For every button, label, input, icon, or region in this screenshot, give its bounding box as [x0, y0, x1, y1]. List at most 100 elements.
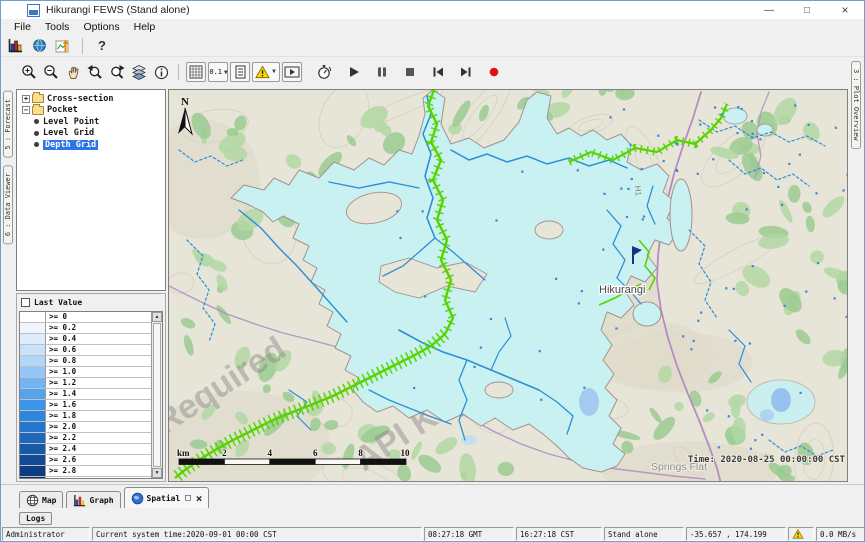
side-tab-forecast[interactable]: 5 : Forecast — [3, 91, 13, 158]
legend-scrollbar[interactable]: ▲ ▼ — [151, 312, 162, 478]
legend-color-swatch — [20, 312, 46, 322]
legend-color-swatch — [20, 433, 46, 443]
play-button[interactable] — [344, 62, 364, 82]
zoom-previous-button[interactable] — [85, 62, 105, 82]
grid-icon — [189, 65, 203, 79]
map-time-label: Time: 2020-08-25 00:00:00 CST — [688, 454, 846, 465]
legend-row: >= 2.8 — [20, 466, 151, 477]
logs-button[interactable]: Logs — [19, 512, 52, 525]
scroll-up-icon[interactable]: ▲ — [152, 312, 162, 322]
layers-button[interactable] — [129, 62, 149, 82]
pan-button[interactable] — [63, 62, 83, 82]
tree-item-level-grid[interactable]: Level Grid — [17, 128, 165, 140]
side-tab-data-viewer[interactable]: 6 : Data Viewer — [3, 165, 13, 244]
maximize-button[interactable]: □ — [788, 1, 826, 19]
legend-row: >= 0.2 — [20, 323, 151, 334]
globe-icon — [32, 38, 47, 53]
chevron-down-icon: ▼ — [271, 69, 277, 75]
scalar-display-button[interactable] — [53, 36, 73, 56]
display-tab-map[interactable]: Map — [19, 491, 63, 508]
scrollbar-thumb[interactable] — [153, 323, 161, 467]
animation-timer-button[interactable] — [314, 62, 334, 82]
legend-value-label: >= 2.4 — [46, 444, 151, 454]
legend-row: >= 1.8 — [20, 411, 151, 422]
app-window: Hikurangi FEWS (Stand alone) — □ × FileT… — [0, 0, 865, 542]
toolbar-separator — [178, 64, 179, 80]
tab-maximize-icon[interactable]: □ — [185, 493, 190, 503]
tree-item-level-point[interactable]: Level Point — [17, 116, 165, 128]
info-button[interactable] — [151, 62, 171, 82]
legend-row: >= 0 — [20, 312, 151, 323]
legend-row: >= 2.2 — [20, 433, 151, 444]
tree-item-label: Level Grid — [43, 128, 94, 138]
grid-button[interactable] — [186, 62, 206, 82]
zoom-out-icon — [43, 64, 59, 80]
folder-icon — [32, 94, 44, 103]
legend-toggle-button[interactable] — [230, 62, 250, 82]
database-display-button[interactable] — [5, 36, 25, 56]
record-button[interactable] — [484, 62, 504, 82]
close-button[interactable]: × — [826, 1, 864, 19]
side-tab-plot-overview[interactable]: 3 : Plot Overview — [851, 61, 861, 149]
legend-color-swatch — [20, 367, 46, 377]
last-frame-button[interactable] — [456, 62, 476, 82]
title-bar: Hikurangi FEWS (Stand alone) — □ × — [1, 1, 864, 19]
first-frame-button[interactable] — [428, 62, 448, 82]
menu-file[interactable]: File — [7, 20, 38, 34]
status-cell-4: Stand alone — [604, 527, 684, 541]
zoom-out-button[interactable] — [41, 62, 61, 82]
legend-value-label: >= 1.0 — [46, 367, 151, 377]
last-frame-icon — [460, 66, 472, 78]
map-toolbar: 0.1 ▼ ▼ — [1, 57, 864, 89]
map-canvas[interactable]: API Key Required API Key Required — [168, 89, 848, 482]
play-icon — [348, 66, 360, 78]
display-tab-graph[interactable]: Graph — [66, 491, 120, 508]
tab-close-icon[interactable]: × — [196, 492, 203, 505]
help-button[interactable]: ? — [92, 36, 112, 56]
pause-button[interactable] — [372, 62, 392, 82]
chevron-down-icon: ▼ — [224, 69, 228, 76]
last-value-label: Last Value — [34, 298, 82, 307]
movie-player-button[interactable] — [282, 62, 302, 82]
scroll-down-icon[interactable]: ▼ — [152, 468, 162, 478]
pan-hand-icon — [66, 65, 81, 80]
minimize-button[interactable]: — — [750, 1, 788, 19]
legend-value-label: >= 3.0 — [46, 477, 151, 479]
legend-row: >= 1.0 — [20, 367, 151, 378]
spatial-display-button[interactable] — [29, 36, 49, 56]
menu-help[interactable]: Help — [127, 20, 163, 34]
status-cell-1: Current system time:2020-09-01 00:00 CST — [92, 527, 422, 541]
expand-icon[interactable]: + — [22, 95, 30, 103]
legend-color-swatch — [20, 444, 46, 454]
stop-icon — [404, 66, 416, 78]
folder-icon — [32, 106, 44, 115]
stop-button[interactable] — [400, 62, 420, 82]
warning-threshold-button[interactable]: ▼ — [252, 62, 280, 82]
menu-options[interactable]: Options — [76, 20, 126, 34]
tree-item-label: Depth Grid — [43, 140, 98, 150]
legend-row: >= 3.0 — [20, 477, 151, 479]
display-tab-spatial[interactable]: Spatial□× — [124, 487, 210, 508]
tree-item-pocket[interactable]: − Pocket — [17, 105, 165, 117]
legend-color-swatch — [20, 334, 46, 344]
legend-row: >= 2.0 — [20, 422, 151, 433]
node-bullet-icon — [34, 142, 39, 147]
zoom-in-button[interactable] — [19, 62, 39, 82]
legend-value-label: >= 0.2 — [46, 323, 151, 333]
legend-row: >= 2.6 — [20, 455, 151, 466]
legend-value-label: >= 0.8 — [46, 356, 151, 366]
zoom-in-icon — [21, 64, 37, 80]
value-threshold-button[interactable]: 0.1 ▼ — [208, 62, 228, 82]
tree-item-depth-grid[interactable]: Depth Grid — [17, 139, 165, 151]
last-value-checkbox[interactable] — [21, 298, 30, 307]
status-warning-icon — [788, 527, 814, 541]
legend-value-label: >= 0.4 — [46, 334, 151, 344]
town-label: Hikurangi — [599, 284, 645, 296]
tree-item-label: Pocket — [47, 105, 78, 115]
legend-value-label: >= 2.0 — [46, 422, 151, 432]
legend-value-label: >= 1.8 — [46, 411, 151, 421]
zoom-next-button[interactable] — [107, 62, 127, 82]
collapse-icon[interactable]: − — [22, 106, 30, 114]
menu-tools[interactable]: Tools — [38, 20, 77, 34]
display-tab-label: Graph — [89, 496, 113, 505]
